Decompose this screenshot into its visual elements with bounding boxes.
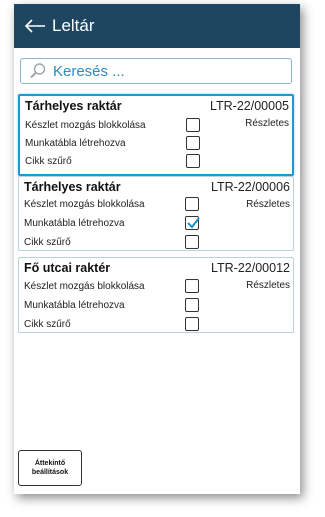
- inventory-card[interactable]: Tárhelyes raktár LTR-22/00005 Részletes …: [18, 94, 294, 176]
- details-link[interactable]: Részletes: [246, 280, 290, 291]
- option-label: Cikk szűrő: [24, 236, 71, 248]
- option-row: Készlet mozgás blokkolása: [24, 277, 204, 295]
- item-filter-checkbox[interactable]: [185, 235, 199, 249]
- option-label: Munkatábla létrehozva: [24, 299, 125, 311]
- search-placeholder: Keresés ...: [53, 62, 125, 80]
- worksheet-created-checkbox[interactable]: [185, 216, 200, 230]
- item-filter-checkbox[interactable]: [185, 317, 199, 331]
- app-screen: Leltár Keresés ... Tárhelyes raktár LTR-…: [14, 4, 300, 494]
- overview-settings-button[interactable]: Áttekintő beállítások: [18, 450, 82, 486]
- option-row: Cikk szűrő: [25, 152, 205, 170]
- search-input[interactable]: Keresés ...: [20, 58, 292, 84]
- checkmark-icon: [187, 217, 200, 229]
- page-title: Leltár: [52, 16, 95, 35]
- option-label: Munkatábla létrehozva: [24, 217, 125, 229]
- button-label-line2: beállítások: [31, 469, 69, 476]
- details-link[interactable]: Részletes: [245, 118, 289, 129]
- details-link[interactable]: Részletes: [246, 199, 290, 210]
- worksheet-created-checkbox[interactable]: [185, 298, 199, 312]
- option-label: Cikk szűrő: [25, 155, 72, 167]
- item-filter-checkbox[interactable]: [186, 154, 200, 168]
- option-label: Cikk szűrő: [24, 318, 71, 330]
- card-title: Fő utcai raktér: [24, 261, 111, 275]
- card-title: Tárhelyes raktár: [25, 99, 122, 113]
- option-row: Cikk szűrő: [24, 315, 204, 333]
- option-row: Munkatábla létrehozva: [25, 134, 205, 152]
- top-bar: Leltár: [14, 4, 300, 48]
- option-label: Készlet mozgás blokkolása: [25, 119, 146, 131]
- option-row: Munkatábla létrehozva: [24, 214, 204, 232]
- card-code: LTR-22/00012: [211, 261, 290, 275]
- worksheet-created-checkbox[interactable]: [186, 136, 200, 150]
- option-label: Készlet mozgás blokkolása: [24, 280, 145, 292]
- block-movement-checkbox[interactable]: [185, 279, 199, 293]
- inventory-card[interactable]: Fő utcai raktér LTR-22/00012 Részletes K…: [18, 257, 294, 333]
- option-row: Készlet mozgás blokkolása: [25, 116, 205, 134]
- inventory-card[interactable]: Tárhelyes raktár LTR-22/00006 Részletes …: [18, 176, 294, 251]
- option-row: Készlet mozgás blokkolása: [24, 195, 204, 213]
- block-movement-checkbox[interactable]: [185, 197, 199, 211]
- back-arrow-icon[interactable]: [24, 19, 46, 33]
- option-label: Munkatábla létrehozva: [25, 137, 126, 149]
- option-label: Készlet mozgás blokkolása: [24, 198, 145, 210]
- button-label-line1: Áttekintő: [34, 460, 66, 467]
- search-icon: [29, 62, 47, 80]
- card-code: LTR-22/00006: [211, 180, 290, 194]
- card-title: Tárhelyes raktár: [24, 180, 121, 194]
- card-code: LTR-22/00005: [210, 99, 289, 113]
- block-movement-checkbox[interactable]: [186, 118, 200, 132]
- option-row: Munkatábla létrehozva: [24, 296, 204, 314]
- option-row: Cikk szűrő: [24, 233, 204, 251]
